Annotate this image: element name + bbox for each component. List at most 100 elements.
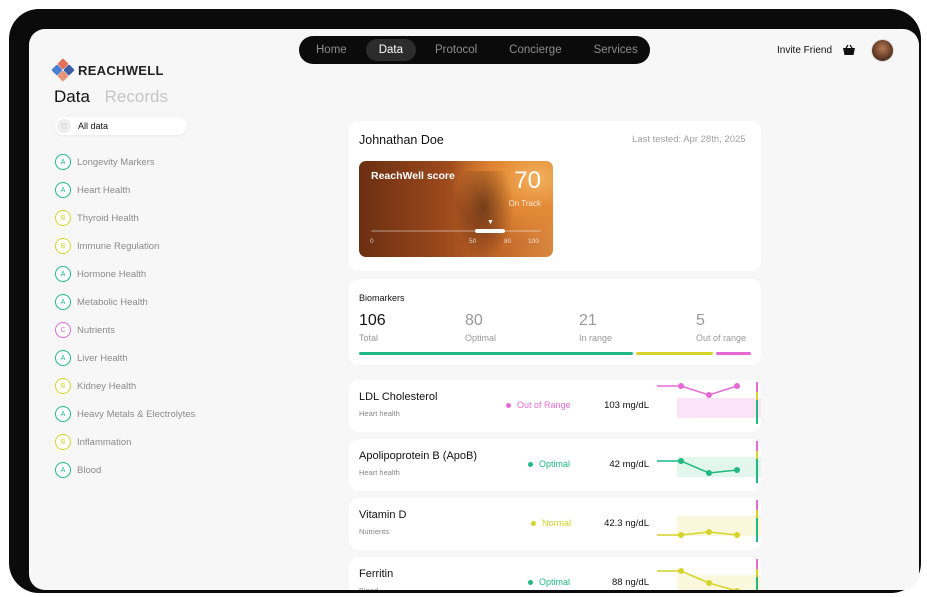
biomarker-row[interactable]: LDL Cholesterol Heart health Out of Range 1…: [349, 380, 761, 432]
biomarkers-total-label: Total: [359, 333, 379, 343]
tab-data[interactable]: Data: [54, 87, 90, 106]
biomarker-row[interactable]: Vitamin D Nutrients Normal 42.3 ng/dL: [349, 498, 761, 550]
biomarker-category: Blood: [359, 586, 378, 590]
trend-sparkline: [657, 500, 761, 542]
biomarker-value: 42.3 ng/dL: [604, 518, 649, 529]
sidebar-item-label: Heart Health: [77, 184, 131, 196]
app-screen: REACHWELL Home Data Protocol Concierge S…: [29, 29, 919, 590]
sidebar-item-label: Liver Health: [77, 352, 128, 364]
status-badge: Optimal: [528, 459, 570, 469]
sidebar-item-label: Metabolic Health: [77, 296, 148, 308]
biomarkers-in-range[interactable]: 21 In range: [579, 312, 612, 343]
all-data-filter[interactable]: ♡ All data: [55, 117, 187, 135]
sidebar-item-label: Nutrients: [77, 324, 116, 336]
sidebar-item[interactable]: B Thyroid Health: [55, 204, 195, 232]
biomarkers-optimal[interactable]: 80 Optimal: [465, 312, 496, 343]
status-label: Optimal: [539, 577, 571, 587]
biomarker-name: Ferritin: [359, 568, 394, 580]
sidebar-item-label: Hormone Health: [77, 268, 147, 280]
grade-badge: A: [55, 266, 71, 282]
trend-point: [706, 470, 712, 476]
score-track: [371, 230, 541, 232]
out-of-range-bar: [715, 352, 751, 355]
trend-sparkline: [657, 382, 761, 424]
nav-item-protocol[interactable]: Protocol: [422, 39, 490, 61]
all-data-label: All data: [78, 121, 109, 131]
biomarker-category: Heart health: [359, 409, 400, 418]
grade-badge: B: [55, 238, 71, 254]
status-badge: Optimal: [528, 577, 570, 587]
score-track-fill: [475, 229, 505, 233]
trend-sparkline: [657, 559, 761, 590]
sidebar-item[interactable]: A Heavy Metals & Electrolytes: [55, 400, 195, 428]
sidebar-item[interactable]: B Inflammation: [55, 428, 195, 456]
score-value: 70: [514, 167, 541, 194]
sidebar-item-label: Immune Regulation: [77, 240, 160, 252]
grade-badge: B: [55, 210, 71, 226]
grade-badge: A: [55, 182, 71, 198]
biomarkers-optimal-value: 80: [465, 312, 483, 329]
status-dot-icon: [528, 461, 533, 467]
biomarkers-in-range-value: 21: [579, 312, 597, 329]
sidebar-item[interactable]: B Kidney Health: [55, 372, 195, 400]
biomarker-row[interactable]: Apolipoprotein B (ApoB) Heart health Optim…: [349, 439, 761, 491]
brand-name: REACHWELL: [78, 62, 164, 78]
device-frame: REACHWELL Home Data Protocol Concierge S…: [9, 9, 921, 593]
score-tick: 100: [528, 238, 539, 245]
biomarkers-optimal-label: Optimal: [465, 333, 497, 343]
biomarker-name: LDL Cholesterol: [359, 391, 438, 403]
top-nav: Home Data Protocol Concierge Services: [299, 36, 650, 64]
score-card[interactable]: ReachWell score 70 On Track ▼ 0 50 80 10…: [359, 161, 553, 257]
sidebar-item-label: Longevity Markers: [77, 156, 155, 168]
trend-point: [734, 383, 740, 389]
grade-badge: A: [55, 406, 71, 422]
basket-icon[interactable]: [842, 44, 856, 56]
sidebar-item[interactable]: A Heart Health: [55, 176, 195, 204]
status-label: Out of Range: [517, 400, 571, 410]
biomarkers-out-of-range-label: Out of range: [696, 333, 747, 343]
nav-item-home[interactable]: Home: [303, 39, 360, 61]
nav-item-services[interactable]: Services: [581, 39, 651, 61]
logo[interactable]: REACHWELL: [51, 58, 164, 82]
biomarker-row[interactable]: Ferritin Blood Optimal 88 ng/dL: [349, 557, 761, 590]
grade-badge: A: [55, 462, 71, 478]
grade-badge: C: [55, 322, 71, 338]
sidebar-item[interactable]: A Liver Health: [55, 344, 195, 372]
patient-name: Johnathan Doe: [359, 133, 444, 147]
sidebar-item[interactable]: A Longevity Markers: [55, 148, 195, 176]
tab-records[interactable]: Records: [105, 87, 168, 106]
status-label: Optimal: [539, 459, 571, 469]
sidebar-item[interactable]: B Immune Regulation: [55, 232, 195, 260]
biomarker-name: Apolipoprotein B (ApoB): [359, 450, 478, 462]
invite-friend-link[interactable]: Invite Friend: [777, 45, 832, 56]
sidebar-item-label: Blood: [77, 464, 102, 476]
avatar[interactable]: [871, 39, 894, 62]
biomarkers-out-of-range[interactable]: 5 Out of range: [696, 312, 746, 343]
score-marker-icon: ▼: [487, 219, 494, 226]
biomarkers-in-range-label: In range: [579, 333, 613, 343]
biomarker-name: Vitamin D: [359, 509, 407, 521]
nav-item-data[interactable]: Data: [365, 39, 416, 61]
biomarker-value: 42 mg/dL: [609, 459, 649, 470]
biomarkers-total: 106 Total: [359, 312, 386, 343]
trend-point: [706, 529, 712, 535]
sidebar-item[interactable]: A Blood: [55, 456, 195, 484]
view-tabs: Data Records: [54, 87, 178, 107]
biomarkers-out-of-range-value: 5: [696, 312, 705, 329]
sidebar-item[interactable]: A Metabolic Health: [55, 288, 195, 316]
heart-icon: ♡: [57, 119, 71, 133]
score-tick: 0: [370, 238, 374, 245]
status-badge: Normal: [531, 518, 571, 528]
sidebar-item-label: Kidney Health: [77, 380, 137, 392]
score-title: ReachWell score: [371, 170, 455, 182]
biomarker-category: Heart health: [359, 468, 400, 477]
sidebar-item[interactable]: A Hormone Health: [55, 260, 195, 288]
sidebar-item-label: Thyroid Health: [77, 212, 139, 224]
sidebar-item[interactable]: C Nutrients: [55, 316, 195, 344]
sidebar-item-label: Inflammation: [77, 436, 132, 448]
nav-item-concierge[interactable]: Concierge: [496, 39, 574, 61]
grade-badge: A: [55, 294, 71, 310]
sidebar-item-label: Heavy Metals & Electrolytes: [77, 408, 196, 420]
optimal-bar: [359, 352, 634, 355]
trend-point: [734, 467, 740, 473]
